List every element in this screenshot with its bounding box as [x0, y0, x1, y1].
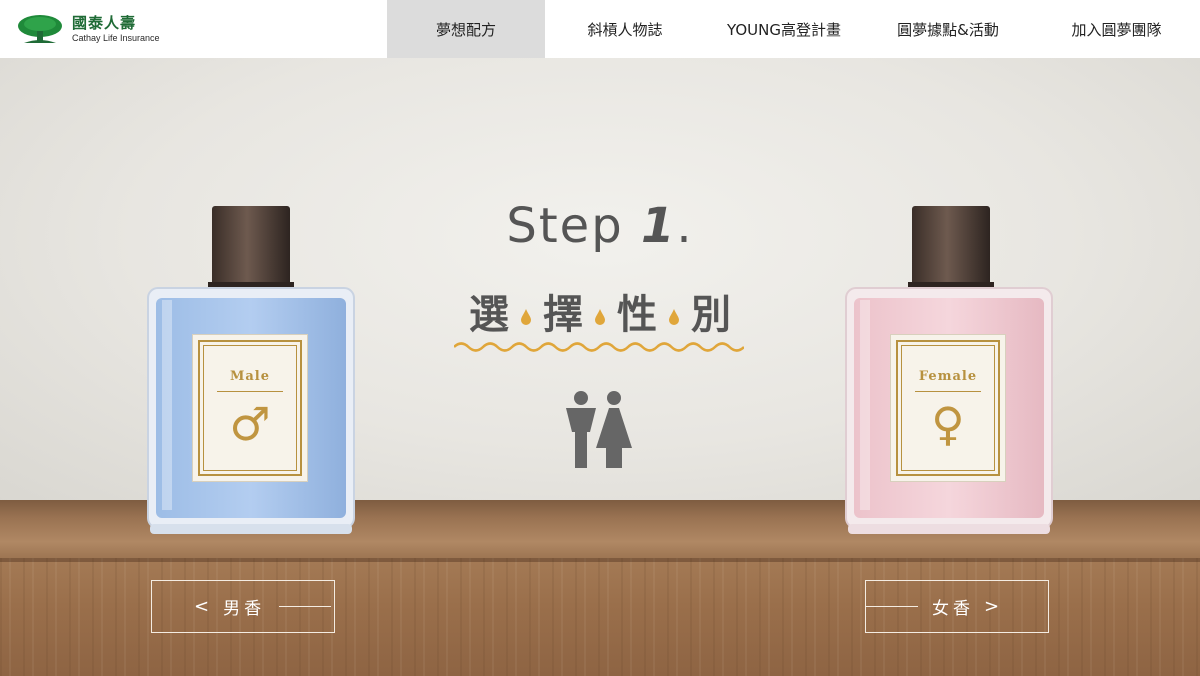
male-fragrance-label: 男香	[223, 599, 266, 619]
logo-text: 國泰人壽 Cathay Life Insurance	[72, 13, 160, 43]
logo-english-name: Cathay Life Insurance	[72, 32, 160, 43]
main-nav: 夢想配方 斜槓人物誌 YOUNG高登計畫 圓夢據點&活動 加入圓夢團隊	[387, 0, 1200, 58]
hero-scene: Step 1. 選擇性別 Male ♂ Female ♀ < 男香 女香 >	[0, 58, 1200, 676]
step-suffix: .	[676, 198, 694, 254]
label-divider	[217, 391, 283, 392]
male-perfume-bottle[interactable]: Male ♂	[144, 206, 358, 536]
wavy-underline	[454, 342, 744, 352]
male-female-icon	[566, 391, 632, 468]
nav-item-join-team[interactable]: 加入圓夢團隊	[1033, 0, 1200, 58]
chevron-right-icon: >	[984, 596, 1004, 617]
label-divider	[915, 391, 981, 392]
subtitle-char: 別	[691, 292, 731, 338]
top-header: 國泰人壽 Cathay Life Insurance 夢想配方 斜槓人物誌 YO…	[0, 0, 1200, 58]
female-fragrance-label: 女香	[932, 599, 974, 619]
nav-item-young-program[interactable]: YOUNG高登計畫	[705, 0, 863, 58]
nav-item-slash-people[interactable]: 斜槓人物誌	[545, 0, 705, 58]
droplet-icon	[669, 309, 679, 325]
shelf-edge	[0, 558, 1200, 562]
chevron-left-icon: <	[194, 596, 214, 617]
subtitle-char: 擇	[543, 292, 583, 338]
female-label-text: Female	[918, 369, 978, 384]
male-label: Male ♂	[192, 334, 308, 482]
female-symbol-icon: ♀	[931, 397, 965, 451]
nav-item-dream-recipe[interactable]: 夢想配方	[387, 0, 545, 58]
female-fragrance-button[interactable]: 女香 >	[865, 580, 1049, 633]
nav-item-locations-events[interactable]: 圓夢據點&活動	[863, 0, 1033, 58]
male-symbol-icon: ♂	[229, 397, 271, 451]
subtitle-char: 選	[469, 292, 509, 338]
female-label: Female ♀	[890, 334, 1006, 482]
step-number: 1	[640, 198, 677, 254]
tree-logo-icon	[18, 15, 62, 43]
droplet-icon	[595, 309, 605, 325]
male-fragrance-button[interactable]: < 男香	[151, 580, 335, 633]
button-line	[279, 606, 332, 607]
step-prefix: Step	[506, 198, 641, 254]
cathay-logo[interactable]: 國泰人壽 Cathay Life Insurance	[0, 0, 387, 58]
droplet-icon	[521, 309, 531, 325]
button-line	[866, 606, 918, 607]
male-label-text: Male	[229, 369, 271, 384]
subtitle-char: 性	[617, 292, 657, 338]
female-perfume-bottle[interactable]: Female ♀	[842, 206, 1056, 536]
logo-chinese-name: 國泰人壽	[72, 13, 137, 32]
